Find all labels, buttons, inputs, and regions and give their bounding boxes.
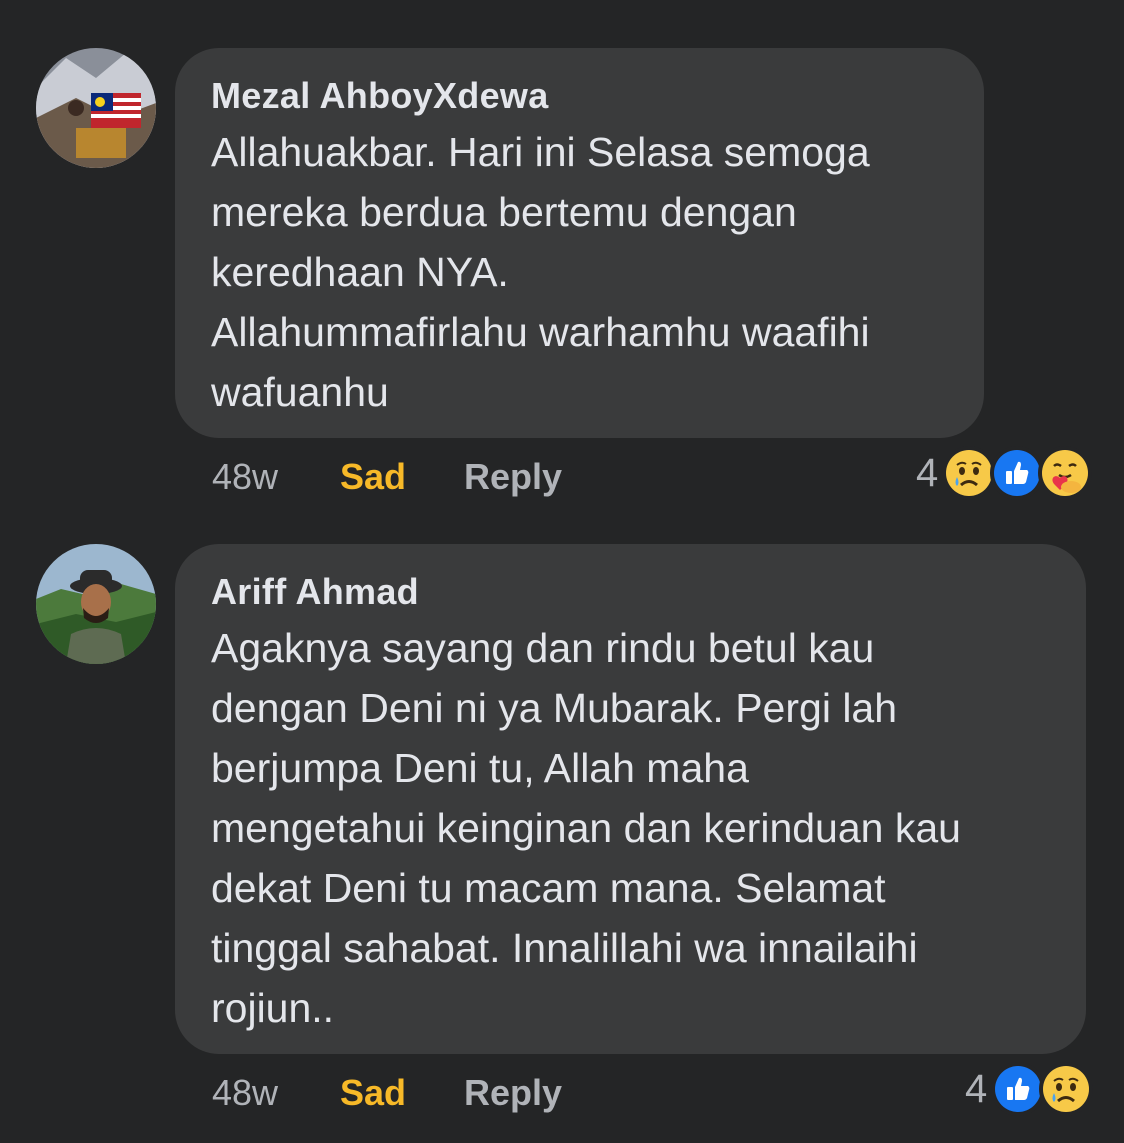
like-icon (990, 446, 1045, 500)
reaction-button[interactable]: Sad (340, 1071, 464, 1115)
comment-timestamp[interactable]: 48w (212, 455, 340, 499)
like-icon (991, 1062, 1046, 1116)
comment-bubble: Ariff Ahmad Agaknya sayang dan rindu bet… (175, 544, 1086, 1054)
comment-timestamp[interactable]: 48w (212, 1071, 340, 1115)
comment-actions: 48w Sad Reply (212, 455, 562, 499)
avatar[interactable] (36, 544, 156, 664)
reaction-button[interactable]: Sad (340, 455, 464, 499)
reaction-count: 4 (965, 1066, 988, 1111)
reaction-count: 4 (916, 450, 939, 495)
comment-author[interactable]: Mezal AhboyXdewa (211, 74, 948, 118)
reaction-summary[interactable]: 4 (916, 446, 1093, 500)
comment-actions: 48w Sad Reply (212, 1071, 562, 1115)
care-icon (1038, 446, 1093, 500)
avatar[interactable] (36, 48, 156, 168)
comment-text: Allahuakbar. Hari ini Selasa semoga mere… (211, 129, 870, 415)
reply-button[interactable]: Reply (464, 455, 562, 499)
reaction-summary[interactable]: 4 (965, 1062, 1094, 1116)
profile-photo (36, 544, 156, 664)
sad-icon (942, 446, 997, 500)
sad-icon (1039, 1062, 1094, 1116)
reply-button[interactable]: Reply (464, 1071, 562, 1115)
comment-text: Agaknya sayang dan rindu betul kau denga… (211, 625, 961, 1031)
profile-photo (36, 48, 156, 168)
comment-author[interactable]: Ariff Ahmad (211, 570, 1050, 614)
comment-bubble: Mezal AhboyXdewa Allahuakbar. Hari ini S… (175, 48, 984, 438)
